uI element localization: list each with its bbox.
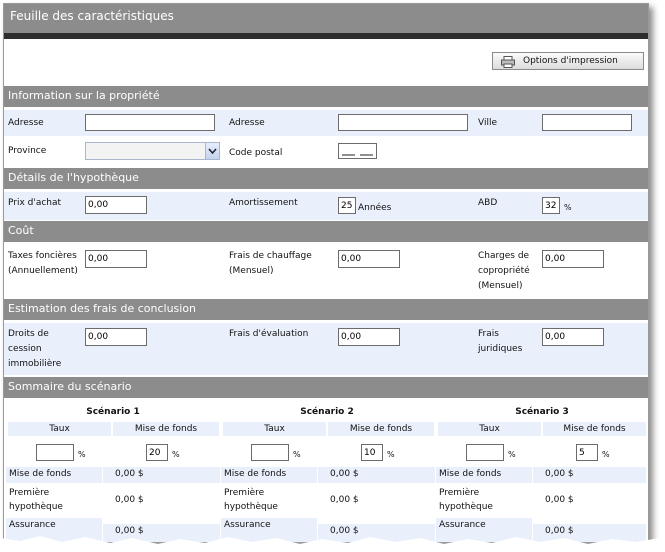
scenario-2-row-label: Mise de fonds xyxy=(221,467,317,483)
print-options-label: Options d'impression xyxy=(523,56,618,66)
purchase-price-label: Prix d'achat xyxy=(8,198,62,208)
section-summary: Sommaire du scénario xyxy=(4,377,648,398)
scenario-2-down-header: Mise de fonds xyxy=(328,422,434,436)
address1-input[interactable] xyxy=(85,114,215,131)
amortization-label: Amortissement xyxy=(229,198,298,208)
province-select[interactable] xyxy=(85,142,220,160)
print-options-button[interactable]: Options d'impression xyxy=(492,52,644,70)
purchase-price-input[interactable] xyxy=(85,196,147,214)
scenario-1-rate-input[interactable] xyxy=(36,444,74,461)
section-property: Information sur la propriété xyxy=(4,86,648,107)
scenario-1-down-percent: % xyxy=(172,450,180,459)
scenario-3-rate-input[interactable] xyxy=(466,444,504,461)
scenario-3-down-header: Mise de fonds xyxy=(543,422,646,436)
scenario-3-row-value: 0,00 $ xyxy=(533,467,646,483)
legal-fees-label-2: juridiques xyxy=(478,344,523,354)
condo-fees-label-2: copropriété xyxy=(478,266,530,276)
chevron-down-icon[interactable] xyxy=(205,143,219,159)
abd-input[interactable] xyxy=(542,197,560,214)
heating-input[interactable] xyxy=(338,250,400,268)
title-divider xyxy=(4,33,648,39)
property-tax-label-2: (Annuellement) xyxy=(8,266,78,276)
section-cost: Coût xyxy=(4,221,648,242)
scenario-3-title: Scénario 3 xyxy=(515,407,569,417)
scenario-2-title: Scénario 2 xyxy=(300,407,354,417)
scenario-1-title: Scénario 1 xyxy=(86,407,140,417)
address2-label: Adresse xyxy=(229,118,265,128)
condo-fees-input[interactable] xyxy=(542,250,604,268)
scenario-3-row-label: Première hypothèque xyxy=(436,486,532,514)
scenario-1-down-header: Mise de fonds xyxy=(113,422,219,436)
postal-code-input[interactable] xyxy=(338,143,377,159)
property-tax-input[interactable] xyxy=(85,250,147,268)
scenario-1-row-label: Mise de fonds xyxy=(6,467,102,483)
scenario-1-rate-header: Taux xyxy=(8,422,111,436)
heating-label-1: Frais de chauffage xyxy=(229,251,312,261)
printer-icon xyxy=(501,55,515,68)
legal-fees-label-1: Frais xyxy=(478,329,499,339)
address1-label: Adresse xyxy=(8,118,44,128)
province-label: Province xyxy=(8,146,47,156)
appraisal-input[interactable] xyxy=(338,328,400,346)
scenario-3-down-percent: % xyxy=(602,450,610,459)
city-input[interactable] xyxy=(542,114,632,131)
section-closing: Estimation des frais de conclusion xyxy=(4,299,648,320)
condo-fees-label-3: (Mensuel) xyxy=(478,281,523,291)
amortization-unit: Années xyxy=(358,203,392,213)
torn-edge xyxy=(0,536,660,552)
scenario-2-row-value: 0,00 $ xyxy=(318,493,435,509)
scenario-1-row-label: Première hypothèque xyxy=(6,486,102,514)
legal-fees-input[interactable] xyxy=(542,328,604,346)
city-label: Ville xyxy=(478,118,497,128)
scenario-1-down-input[interactable] xyxy=(146,444,168,461)
scenario-1-rate-percent: % xyxy=(78,450,86,459)
scenario-3-row-label: Mise de fonds xyxy=(436,467,532,483)
scenario-2-rate-input[interactable] xyxy=(251,444,289,461)
scenario-2-down-percent: % xyxy=(387,450,395,459)
scenario-2-rate-header: Taux xyxy=(223,422,326,436)
scenario-1-row-value: 0,00 $ xyxy=(103,467,220,483)
scenario-3-rate-header: Taux xyxy=(438,422,541,436)
transfer-duty-label-1: Droits de xyxy=(8,329,49,339)
condo-fees-label-1: Charges de xyxy=(478,251,530,261)
scenario-2-rate-percent: % xyxy=(293,450,301,459)
scenario-2-row-label: Première hypothèque xyxy=(221,486,317,514)
scenario-3-row-value: 0,00 $ xyxy=(533,493,646,509)
appraisal-label: Frais d'évaluation xyxy=(229,329,309,339)
scenario-3-down-input[interactable] xyxy=(576,444,598,461)
address2-input[interactable] xyxy=(338,114,468,131)
scenario-2-row-value: 0,00 $ xyxy=(318,467,435,483)
transfer-duty-label-2: cession xyxy=(8,344,42,354)
section-mortgage: Détails de l'hypothèque xyxy=(4,168,648,189)
scenario-2-down-input[interactable] xyxy=(361,444,383,461)
heating-label-2: (Mensuel) xyxy=(229,266,274,276)
transfer-duty-label-3: immobilière xyxy=(8,359,62,369)
spec-sheet-window: Feuille des caractéristiques Options d'i… xyxy=(3,3,649,543)
postal-code-label: Code postal xyxy=(229,148,283,158)
amortization-input[interactable] xyxy=(338,197,356,214)
abd-percent: % xyxy=(564,203,572,212)
abd-label: ABD xyxy=(478,198,498,208)
scenario-1-row-value: 0,00 $ xyxy=(103,493,220,509)
window-title: Feuille des caractéristiques xyxy=(4,4,648,33)
transfer-duty-input[interactable] xyxy=(85,328,147,346)
property-tax-label-1: Taxes foncières xyxy=(8,251,77,261)
scenario-3-rate-percent: % xyxy=(508,450,516,459)
